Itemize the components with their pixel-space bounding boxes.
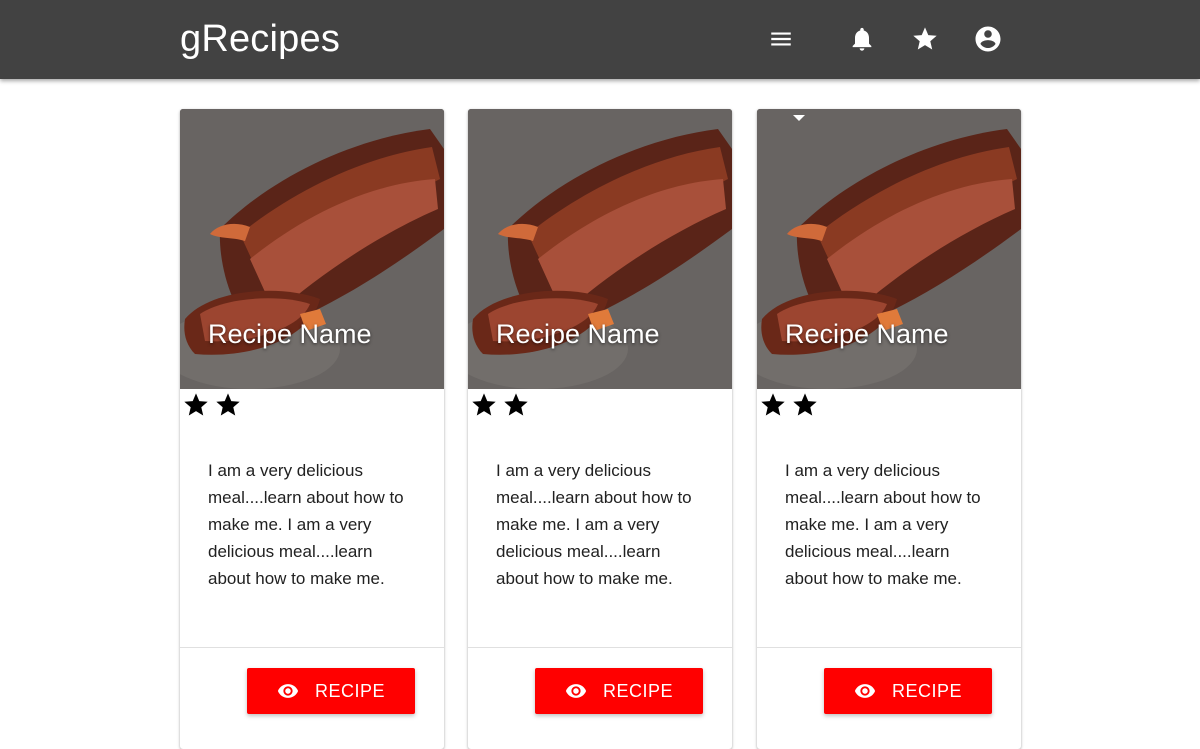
brand-title[interactable]: gRecipes (180, 16, 340, 62)
app-bar: gRecipes (0, 0, 1200, 79)
star-icon (504, 393, 528, 416)
recipe-name: Recipe Name (496, 319, 660, 349)
menu-icon[interactable] (766, 24, 796, 54)
recipe-description: I am a very delicious meal....learn abou… (496, 461, 692, 588)
star-icon (472, 393, 496, 416)
star-icon (793, 393, 817, 416)
view-recipe-button[interactable]: RECIPE (247, 668, 415, 714)
star-icon (761, 393, 785, 416)
dropdown-caret-icon[interactable] (793, 115, 805, 121)
button-label: RECIPE (602, 680, 674, 701)
card-divider (757, 647, 1021, 648)
rating-stars (470, 391, 530, 421)
rating-stars (182, 391, 242, 421)
view-recipe-button[interactable]: RECIPE (824, 668, 992, 714)
button-label: RECIPE (891, 680, 963, 701)
star-icon[interactable] (910, 24, 940, 54)
card-divider (468, 647, 732, 648)
recipe-name: Recipe Name (208, 319, 372, 349)
bell-icon[interactable] (847, 24, 877, 54)
view-recipe-button[interactable]: RECIPE (535, 668, 703, 714)
recipe-description: I am a very delicious meal....learn abou… (208, 461, 404, 588)
card-divider (180, 647, 444, 648)
recipe-card: Recipe Name I am a very delicious meal..… (468, 109, 732, 749)
recipe-image[interactable]: Recipe Name (468, 109, 732, 389)
recipe-card: Recipe Name I am a very delicious meal..… (180, 109, 444, 749)
recipe-name: Recipe Name (785, 319, 949, 349)
button-label: RECIPE (314, 680, 386, 701)
recipe-image[interactable]: Recipe Name (180, 109, 444, 389)
account-circle-icon[interactable] (973, 24, 1003, 54)
star-icon (184, 393, 208, 416)
recipe-description: I am a very delicious meal....learn abou… (785, 461, 981, 588)
rating-stars (759, 391, 819, 421)
eye-icon (565, 684, 587, 698)
eye-icon (854, 684, 876, 698)
eye-icon (277, 684, 299, 698)
star-icon (216, 393, 240, 416)
recipe-card: Recipe Name I am a very delicious meal..… (757, 109, 1021, 749)
recipe-image[interactable]: Recipe Name (757, 109, 1021, 389)
